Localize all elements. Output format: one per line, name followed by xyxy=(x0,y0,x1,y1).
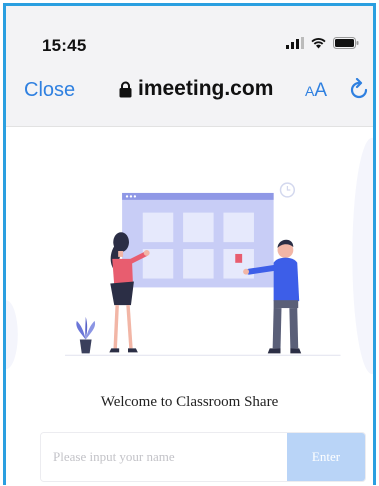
text-size-small-letter: A xyxy=(305,83,315,99)
browser-chrome: 15:45 Close imeeting.com AA xyxy=(6,6,373,127)
name-input[interactable] xyxy=(41,433,287,481)
join-form: Enter xyxy=(40,432,366,482)
phone-screen: 15:45 Close imeeting.com AA Welcome to C… xyxy=(3,3,376,485)
welcome-heading: Welcome to Classroom Share xyxy=(100,394,279,410)
text-size-button[interactable]: AA xyxy=(305,80,327,102)
page-content: Welcome to Classroom Share Enter xyxy=(6,126,373,485)
enter-button[interactable]: Enter xyxy=(287,433,365,481)
url-text: imeeting.com xyxy=(138,77,274,100)
classroom-illustration xyxy=(6,137,373,374)
battery-icon xyxy=(333,37,359,49)
status-icons xyxy=(286,37,359,49)
browser-toolbar: Close imeeting.com AA xyxy=(6,74,373,106)
lock-icon xyxy=(119,81,132,97)
close-button[interactable]: Close xyxy=(24,79,75,102)
status-time: 15:45 xyxy=(42,36,87,55)
reload-icon[interactable] xyxy=(349,78,369,100)
wifi-icon xyxy=(311,38,326,49)
text-size-big-letter: A xyxy=(314,80,328,101)
cellular-signal-icon xyxy=(286,37,304,49)
address-bar[interactable]: imeeting.com xyxy=(119,77,273,101)
